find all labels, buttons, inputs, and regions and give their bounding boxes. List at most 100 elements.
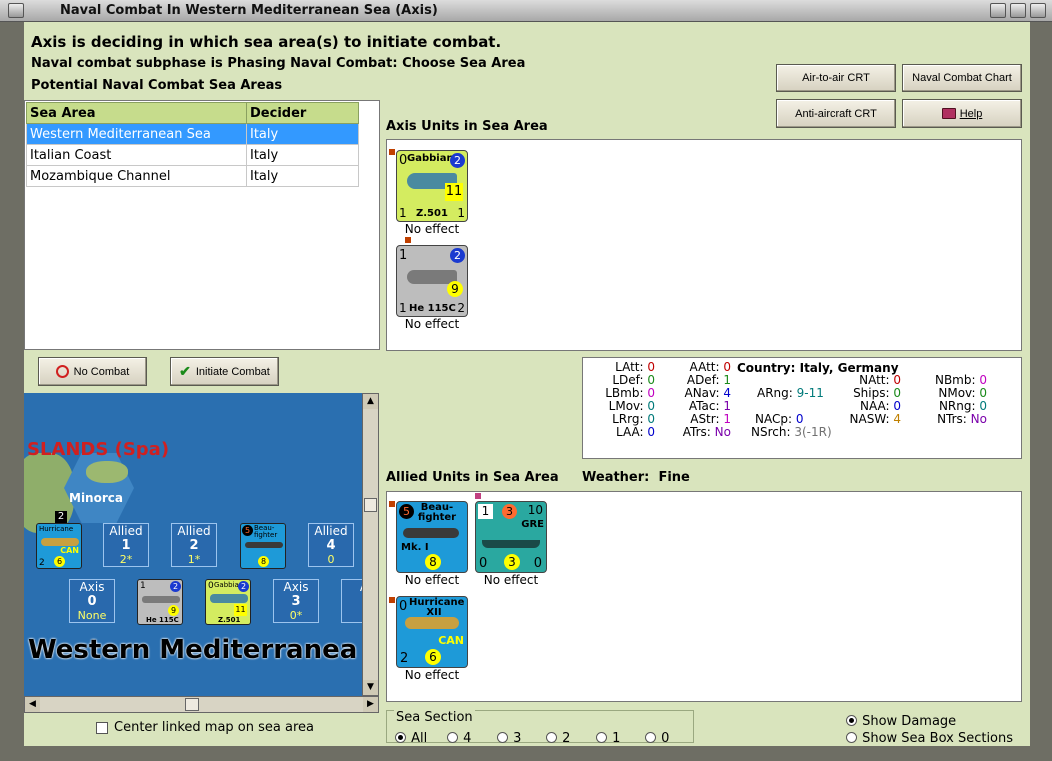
sea-section-option-3[interactable]: 3 xyxy=(497,727,521,746)
unit-model: Z.501 xyxy=(416,208,448,219)
radio-show-damage[interactable] xyxy=(846,715,857,726)
map-unit-gabbiano[interactable]: 0 Gabbiano 2 11 Z.501 xyxy=(205,579,251,625)
box-number: 3 xyxy=(291,594,301,609)
stat-value: 1 xyxy=(723,399,731,413)
allied-unit-beaufighter[interactable]: 5 Beau-fighter Mk. I 8 xyxy=(396,501,468,573)
subphase-text: Naval combat subphase is Phasing Naval C… xyxy=(31,56,526,71)
stat-value: 1 xyxy=(723,373,731,387)
map-box-axis-partial[interactable]: A xyxy=(341,579,362,623)
scroll-left-arrow[interactable]: ◀ xyxy=(25,697,40,712)
radio-0[interactable] xyxy=(645,732,656,743)
window-menu-icon[interactable] xyxy=(8,3,24,18)
radio-4[interactable] xyxy=(447,732,458,743)
scroll-down-arrow[interactable]: ▼ xyxy=(363,680,378,695)
radio-all[interactable] xyxy=(395,732,406,743)
stat-label: LRrg: xyxy=(612,412,644,426)
stats-col5: NBmb: 0 NMov: 0 NRng: 0 NTrs: No xyxy=(919,374,987,426)
unit-effect: No effect xyxy=(483,573,539,587)
plane-icon xyxy=(210,594,248,603)
allied-units-panel: 5 Beau-fighter Mk. I 8 No effect 1 3 10 … xyxy=(386,491,1022,702)
radio-3[interactable] xyxy=(497,732,508,743)
axis-unit-gabbiano[interactable]: 0 Gabbiano 2 11 1 Z.501 1 xyxy=(396,150,468,222)
col-sea-area[interactable]: Sea Area xyxy=(26,102,247,124)
center-map-checkbox[interactable] xyxy=(96,722,108,734)
axis-unit-he115[interactable]: 1 2 9 1 He 115C 2 xyxy=(396,245,468,317)
box-side: A xyxy=(342,580,362,594)
initiate-combat-button[interactable]: ✔ Initiate Combat xyxy=(170,357,279,386)
linked-map[interactable]: SLANDS (Spa) Minorca 2 Hurricane CAN 2 6… xyxy=(24,393,362,696)
radio-1[interactable] xyxy=(596,732,607,743)
map-horizontal-scrollbar[interactable]: ◀ ▶ xyxy=(24,696,379,713)
radio-label: All xyxy=(411,731,428,746)
map-box-axis-0[interactable]: Axis 0 None xyxy=(69,579,115,623)
plane-icon xyxy=(41,538,79,546)
scroll-thumb[interactable] xyxy=(185,698,199,711)
allied-unit-hurricane[interactable]: 0 Hurricane XII CAN 2 6 xyxy=(396,596,468,668)
sea-section-option-all[interactable]: All xyxy=(395,727,427,746)
minorca-island xyxy=(86,461,128,483)
sea-section-option-0[interactable]: 0 xyxy=(645,727,669,746)
unit-model: He 115C xyxy=(409,303,456,314)
radio-2[interactable] xyxy=(546,732,557,743)
scroll-right-arrow[interactable]: ▶ xyxy=(363,697,378,712)
unit-marker xyxy=(405,237,411,243)
map-box-allied-2[interactable]: Allied 2 1* xyxy=(171,523,217,567)
naval-combat-chart-button[interactable]: Naval Combat Chart xyxy=(902,64,1022,92)
no-combat-button[interactable]: No Combat xyxy=(38,357,147,386)
unit-marker xyxy=(389,597,395,603)
sea-area-table: Sea Area Decider Western Mediterranean S… xyxy=(26,102,359,187)
radio-show-sections[interactable] xyxy=(846,732,857,743)
unit-tl: 5 xyxy=(399,504,414,519)
sea-section-option-2[interactable]: 2 xyxy=(546,727,570,746)
stat-label: LAtt: xyxy=(615,360,644,374)
table-row[interactable]: Western Mediterranean Sea Italy xyxy=(26,123,359,145)
unit-bl: 1 xyxy=(399,206,407,220)
map-box-allied-4[interactable]: Allied 4 0 xyxy=(308,523,354,567)
unit-tl: 1 xyxy=(478,504,493,519)
decider-cell: Italy xyxy=(246,144,359,166)
scroll-up-arrow[interactable]: ▲ xyxy=(363,394,378,409)
close-button[interactable] xyxy=(1030,3,1046,18)
stat-label: NAtt: xyxy=(859,373,890,387)
box-number: 4 xyxy=(326,538,336,553)
unit-b: 2 xyxy=(238,581,249,592)
allied-unit-gre-ship[interactable]: 1 3 10 GRE 0 3 0 xyxy=(475,501,547,573)
unit-model: Z.501 xyxy=(218,616,241,624)
plane-icon xyxy=(403,528,459,538)
help-button[interactable]: Help xyxy=(902,99,1022,128)
table-row[interactable]: Italian Coast Italy xyxy=(26,144,359,166)
stat-label: NAA: xyxy=(859,399,890,413)
map-unit-he115[interactable]: 1 2 9 He 115C xyxy=(137,579,183,625)
stats-col1: LAtt: 0 LDef: 0 LBmb: 0 LMov: 0 LRrg: 0 … xyxy=(595,361,655,439)
ship-icon xyxy=(482,540,540,548)
stat-value: No xyxy=(970,412,987,426)
stat-value: 0 xyxy=(647,412,655,426)
unit-t2: 3 xyxy=(502,504,517,519)
sea-section-option-4[interactable]: 4 xyxy=(447,727,471,746)
map-box-axis-3[interactable]: Axis 3 0* xyxy=(273,579,319,623)
center-map-label: Center linked map on sea area xyxy=(114,720,314,735)
sea-table-header: Sea Area Decider xyxy=(26,102,359,124)
maximize-button[interactable] xyxy=(1010,3,1026,18)
map-vertical-scrollbar[interactable]: ▲ ▼ xyxy=(362,393,379,696)
scroll-thumb[interactable] xyxy=(364,498,377,512)
map-unit-hurricane[interactable]: 2 Hurricane CAN 2 6 xyxy=(36,511,82,569)
show-sections-option[interactable]: Show Sea Box Sections xyxy=(846,727,1013,746)
status-heading: Axis is deciding in which sea area(s) to… xyxy=(31,33,502,51)
box-side: Axis xyxy=(79,580,105,594)
sea-section-option-1[interactable]: 1 xyxy=(596,727,620,746)
stat-label: ATrs: xyxy=(682,425,711,439)
box-status: 0* xyxy=(289,609,303,622)
col-decider[interactable]: Decider xyxy=(246,102,359,124)
stat-value: 0 xyxy=(723,360,731,374)
minimize-button[interactable] xyxy=(990,3,1006,18)
map-unit-beaufighter[interactable]: 5 Beau-fighter 8 xyxy=(240,523,286,569)
anti-aircraft-crt-button[interactable]: Anti-aircraft CRT xyxy=(776,99,896,128)
decider-cell: Italy xyxy=(246,165,359,187)
unit-name: Hurricane XII xyxy=(409,597,465,618)
stat-label: ARng: xyxy=(757,386,793,400)
table-row[interactable]: Mozambique Channel Italy xyxy=(26,165,359,187)
map-box-allied-1[interactable]: Allied 1 2* xyxy=(103,523,149,567)
unit-effect: No effect xyxy=(404,668,460,682)
air-to-air-crt-button[interactable]: Air-to-air CRT xyxy=(776,64,896,92)
